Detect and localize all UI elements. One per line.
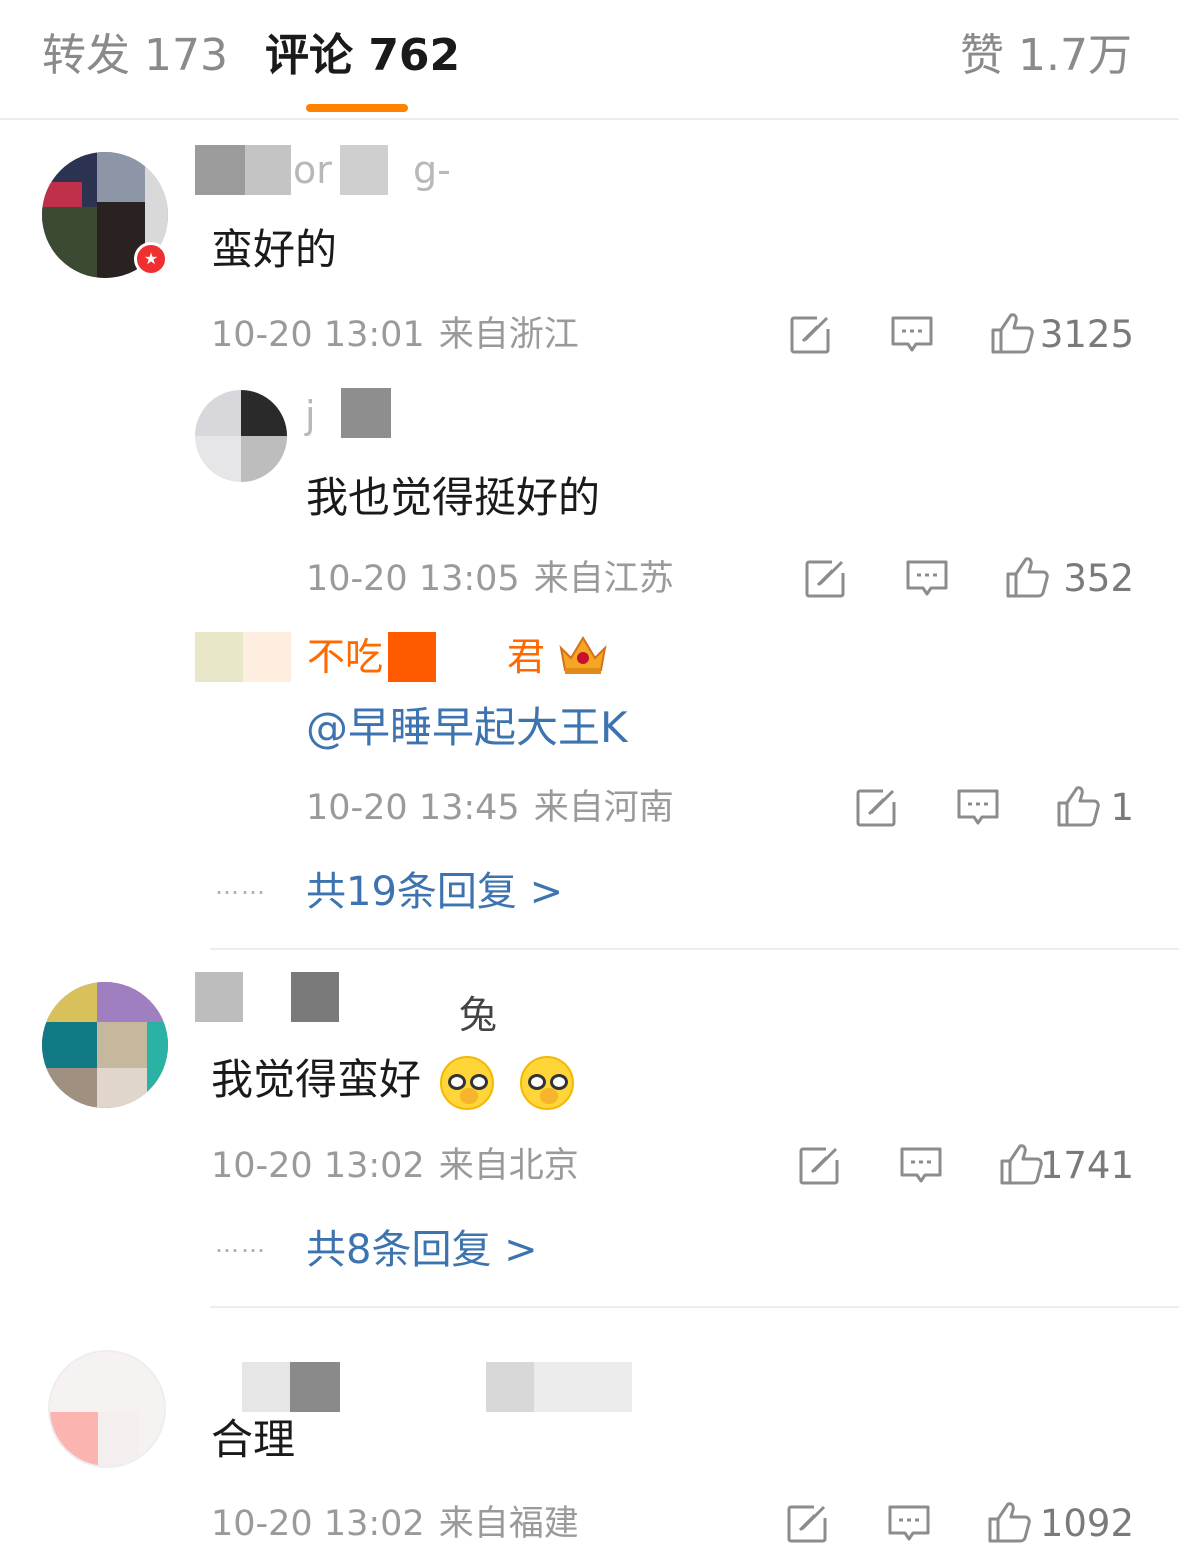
username-fragment: 不吃 (307, 635, 384, 679)
comment-meta: 10-20 13:02 来自福建 (211, 1502, 579, 1546)
comment-time: 10-20 13:01 (211, 315, 425, 355)
reply-location: 来自河南 (533, 788, 674, 828)
reply-time: 10-20 13:45 (306, 788, 520, 828)
comment-icon[interactable] (899, 1144, 943, 1188)
username-fragment: or (293, 148, 332, 192)
username[interactable]: j (305, 388, 465, 442)
thumbs-up-icon[interactable] (987, 1500, 1031, 1544)
comment-meta: 10-20 13:02 来自北京 (211, 1144, 579, 1188)
verified-badge-icon: ★ (134, 242, 168, 276)
reply-meta: 10-20 13:45 来自河南 (306, 786, 674, 830)
comment-time: 10-20 13:02 (211, 1146, 425, 1186)
share-icon[interactable] (786, 1502, 830, 1546)
avatar[interactable] (48, 1350, 166, 1468)
like-count: 1092 (1039, 1502, 1134, 1545)
reply-meta: 10-20 13:05 来自江苏 (306, 557, 674, 601)
comment-icon[interactable] (905, 557, 949, 601)
share-icon[interactable] (804, 557, 848, 601)
share-icon[interactable] (798, 1144, 842, 1188)
comment-meta: 10-20 13:01 来自浙江 (211, 313, 579, 357)
avatar[interactable] (42, 982, 168, 1108)
thumbs-up-icon[interactable] (999, 1142, 1043, 1186)
username-fragment: 兔 (459, 993, 498, 1037)
comment-location: 来自福建 (438, 1504, 579, 1544)
cover-face-emoji-icon (519, 1055, 574, 1110)
username[interactable]: 兔 (195, 972, 515, 1037)
comment-text-content: 我觉得蛮好 (211, 1055, 422, 1104)
cover-face-emoji-icon (440, 1055, 495, 1110)
tab-likes[interactable]: 赞 1.7万 (960, 28, 1132, 84)
tab-comments[interactable]: 评论 762 (265, 28, 460, 84)
thumbs-up-icon[interactable] (1005, 555, 1049, 599)
divider (210, 1306, 1179, 1308)
thumbs-up-icon[interactable] (990, 311, 1034, 355)
more-dots: …… (215, 872, 267, 900)
comment-time: 10-20 13:02 (211, 1504, 425, 1544)
username-fragment: g- (413, 148, 451, 192)
comment-text: 蛮好的 (211, 225, 338, 274)
more-dots: …… (215, 1230, 267, 1258)
username-fragment: 君 (507, 635, 546, 679)
comment-tab-bar: 转发 173 评论 762 赞 1.7万 (0, 0, 1179, 120)
reply-location: 来自江苏 (533, 559, 674, 599)
comment-icon[interactable] (956, 786, 1000, 830)
share-icon[interactable] (789, 313, 833, 357)
share-icon[interactable] (855, 786, 899, 830)
like-count: 352 (1063, 557, 1134, 600)
avatar[interactable] (195, 390, 287, 482)
active-tab-indicator (306, 104, 408, 112)
reply-time: 10-20 13:05 (306, 559, 520, 599)
view-replies-link[interactable]: 共19条回复 > (306, 866, 563, 918)
like-count: 1741 (1039, 1144, 1134, 1187)
comment-icon[interactable] (887, 1502, 931, 1546)
username[interactable]: or g- (195, 145, 475, 199)
username-fragment: j (305, 393, 316, 437)
like-count: 3125 (1039, 313, 1134, 356)
tab-forward[interactable]: 转发 173 (42, 28, 228, 84)
thumbs-up-icon[interactable] (1056, 784, 1100, 828)
comment-text: 我觉得蛮好 (211, 1052, 574, 1110)
mention-link[interactable]: @早睡早起大王K (306, 700, 628, 756)
comment-location: 来自北京 (438, 1146, 579, 1186)
reply-text: 我也觉得挺好的 (306, 473, 601, 522)
comment-location: 来自浙江 (438, 315, 579, 355)
like-count: 1 (1110, 786, 1134, 829)
comment-text: 合理 (211, 1415, 296, 1464)
username[interactable] (242, 1362, 642, 1416)
view-replies-link[interactable]: 共8条回复 > (306, 1224, 538, 1276)
divider (210, 948, 1179, 950)
comment-icon[interactable] (890, 313, 934, 357)
username[interactable]: 不吃 君 (195, 632, 635, 686)
crown-badge-icon (557, 632, 609, 680)
